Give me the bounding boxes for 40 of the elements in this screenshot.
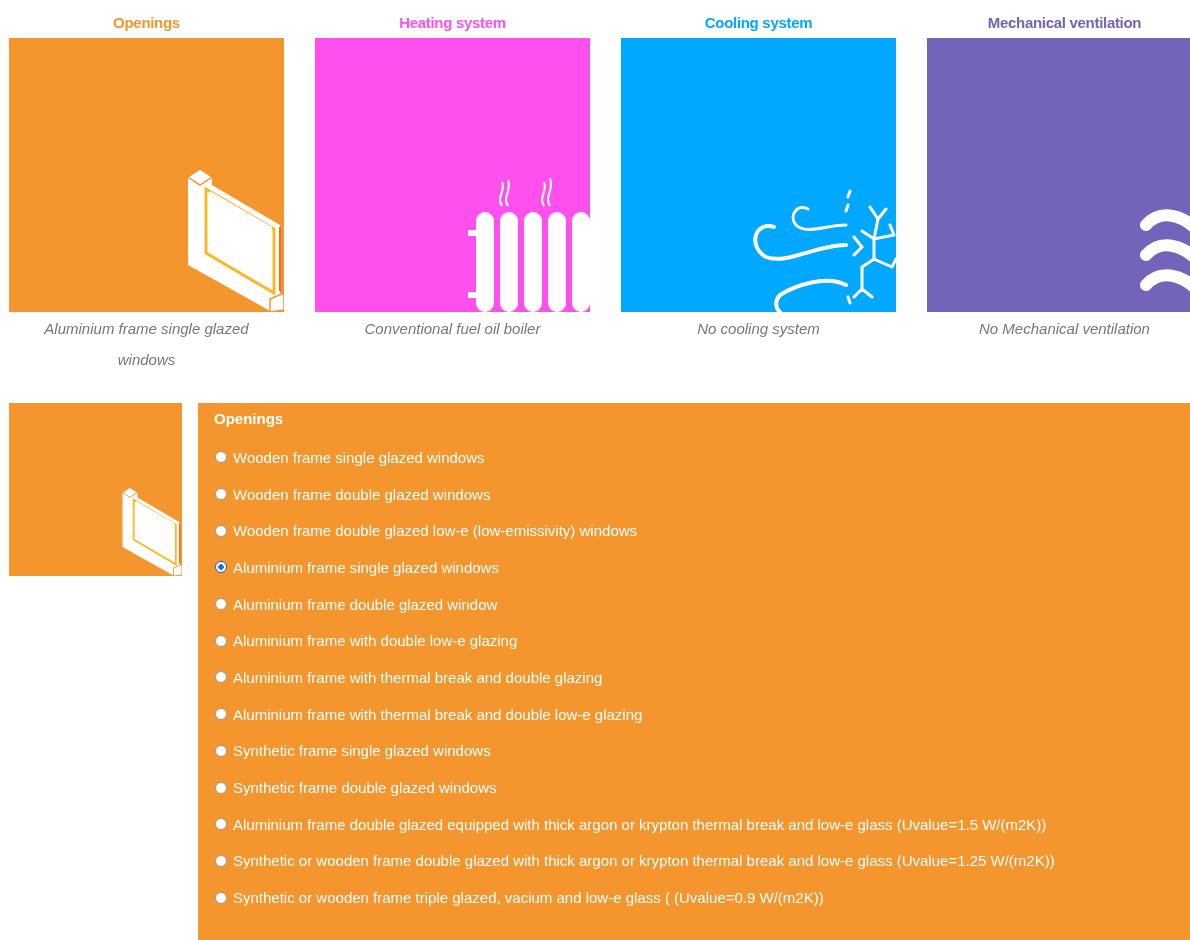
radio-button[interactable]	[215, 818, 227, 831]
option-label[interactable]: Wooden frame double glazed low-e (low-emissivity) windows	[233, 522, 638, 540]
radio-button[interactable]	[215, 891, 227, 904]
radio-button[interactable]	[215, 744, 227, 757]
category-caption: No Mechanical ventilation	[978, 319, 1151, 339]
radio-button[interactable]	[215, 561, 227, 574]
option-label[interactable]: Synthetic or wooden frame double glazed with thick argon or krypton thermal break and low-e glass (Uvalue=1.25 W/(m2K))	[233, 852, 1055, 870]
option-label[interactable]: Synthetic or wooden frame triple glazed, vacium and low-e glass ( (Uvalue=0.9 W/(m2K))	[233, 889, 824, 907]
option-label[interactable]: Wooden frame single glazed windows	[233, 448, 485, 466]
option-label[interactable]: Aluminium frame double glazed equipped with thick argon or krypton thermal break and low-e glass (Uvalue=1.5 W/(m2K))	[233, 815, 1047, 833]
option-label[interactable]: Aluminium frame with double low-e glazing	[233, 632, 518, 650]
radio-button[interactable]	[215, 598, 227, 611]
radio-button[interactable]	[215, 854, 227, 867]
category-tile[interactable]	[9, 38, 284, 312]
radio-button[interactable]	[215, 781, 227, 794]
radio-button[interactable]	[215, 671, 227, 684]
radio-button[interactable]	[215, 451, 227, 464]
radiator-icon	[468, 178, 590, 312]
option-label[interactable]: Synthetic frame single glazed windows	[233, 742, 491, 760]
panel-title: Openings	[214, 409, 284, 429]
category-tile[interactable]	[315, 38, 590, 312]
category-caption: No cooling system	[696, 319, 821, 339]
option-label[interactable]: Aluminium frame with thermal break and double glazing	[233, 668, 603, 686]
category-title: Mechanical ventilation	[987, 13, 1142, 33]
option-label[interactable]: Wooden frame double glazed windows	[233, 485, 491, 503]
radio-button[interactable]	[215, 708, 227, 721]
option-label[interactable]: Aluminium frame single glazed windows	[233, 558, 499, 576]
category-tile[interactable]	[621, 38, 896, 312]
option-label[interactable]: Aluminium frame double glazed window	[233, 595, 498, 613]
category-title: Cooling system	[704, 13, 813, 33]
radio-button[interactable]	[215, 634, 227, 647]
category-title: Openings	[113, 13, 180, 33]
option-label[interactable]: Synthetic frame double glazed windows	[233, 779, 497, 797]
category-caption: Conventional fuel oil boiler	[363, 319, 542, 339]
radio-button[interactable]	[215, 488, 227, 501]
category-title: Heating system	[399, 13, 506, 33]
category-caption: Aluminium frame single glazed windows	[42, 319, 250, 370]
radio-button[interactable]	[215, 524, 227, 537]
category-tile[interactable]	[927, 38, 1190, 312]
option-label[interactable]: Aluminium frame with thermal break and double low-e glazing	[233, 705, 643, 723]
